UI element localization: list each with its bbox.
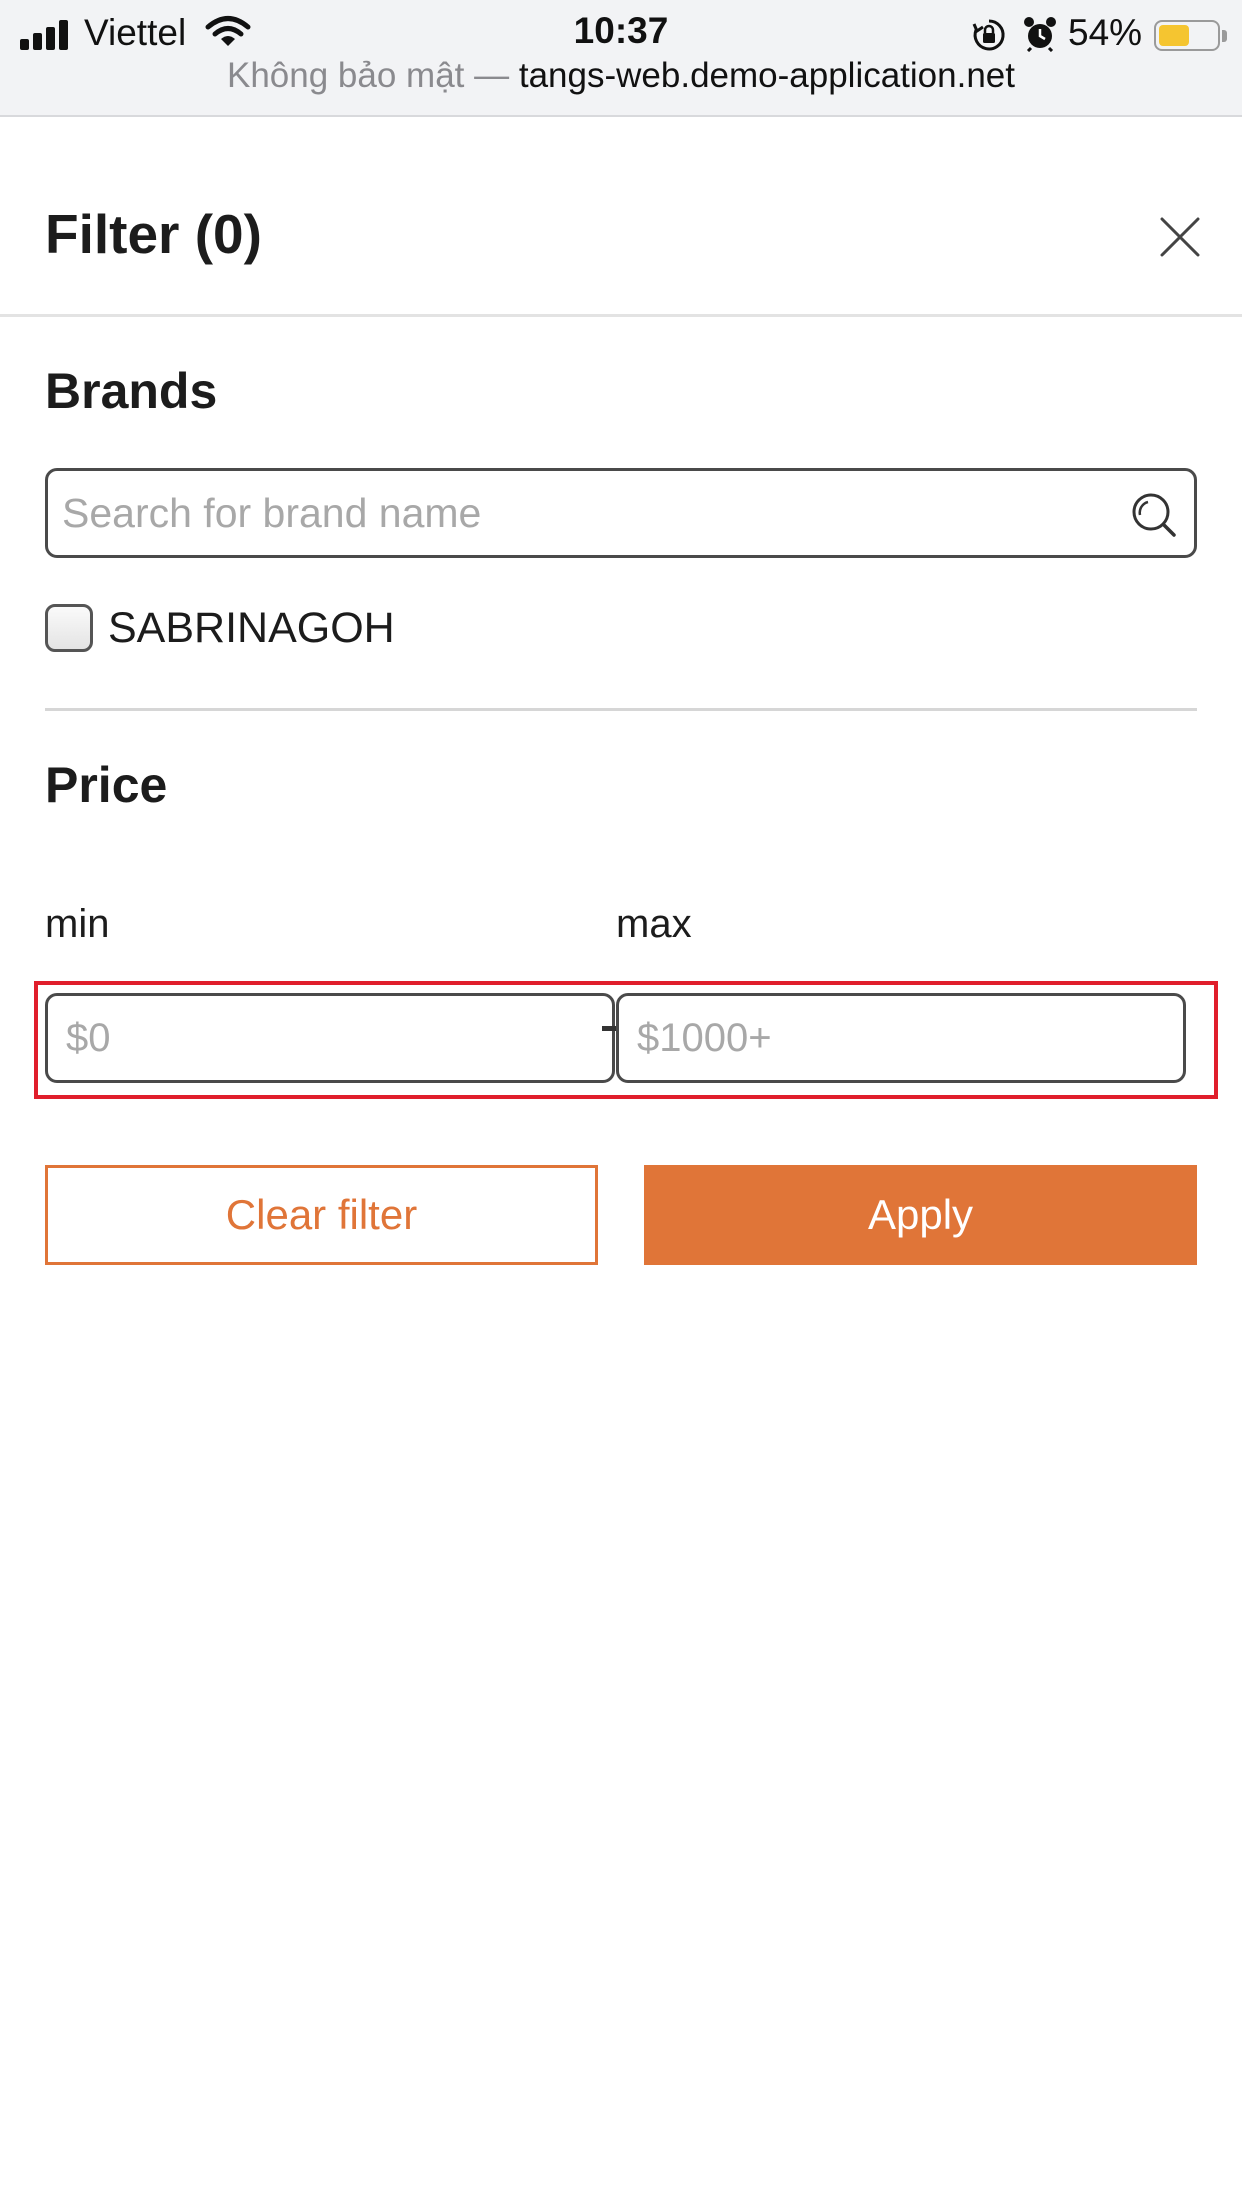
- rotation-lock-icon: [972, 19, 1005, 51]
- brand-label: SABRINAGOH: [108, 604, 395, 652]
- brand-checkbox[interactable]: [45, 604, 93, 652]
- battery-nub: [1222, 30, 1227, 42]
- section-divider: [45, 708, 1197, 711]
- price-min-label: min: [45, 902, 110, 946]
- brand-search-box: [45, 468, 1197, 558]
- close-icon[interactable]: [1150, 207, 1210, 267]
- filter-title: Filter (0): [45, 203, 262, 265]
- url-host: tangs-web.demo-application.net: [518, 56, 1015, 95]
- search-icon[interactable]: [1130, 491, 1178, 539]
- brands-heading: Brands: [45, 363, 218, 419]
- brand-search-input[interactable]: [62, 481, 1112, 545]
- insecure-label: Không bảo mật: [227, 56, 465, 95]
- address-bar[interactable]: Không bảo mật — tangs-web.demo-applicati…: [0, 56, 1242, 96]
- clear-filter-button[interactable]: Clear filter: [45, 1165, 598, 1265]
- price-heading: Price: [45, 757, 168, 813]
- battery-level: [1159, 25, 1189, 46]
- status-bar: Viettel 10:37 54%: [0, 6, 1242, 58]
- price-min-input[interactable]: [66, 1006, 586, 1070]
- price-max-box: [616, 993, 1186, 1083]
- alarm-icon: [1024, 17, 1056, 52]
- price-max-label: max: [616, 902, 692, 946]
- browser-top-bar: Viettel 10:37 54% Không bảo mật — tangs-…: [0, 0, 1242, 117]
- apply-button[interactable]: Apply: [644, 1165, 1197, 1265]
- price-min-box: [45, 993, 615, 1083]
- price-max-input[interactable]: [637, 1006, 1157, 1070]
- filter-header: Filter (0): [0, 117, 1242, 317]
- battery-percent: 54%: [1068, 12, 1143, 53]
- url-separator: —: [464, 56, 519, 95]
- battery-icon: [1154, 20, 1220, 51]
